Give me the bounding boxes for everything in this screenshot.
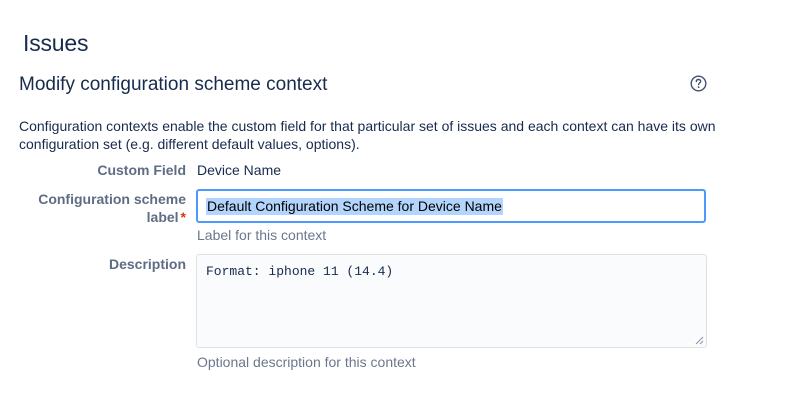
intro-text: Configuration contexts enable the custom…: [19, 118, 716, 152]
description-help: Optional description for this context: [197, 354, 416, 370]
scheme-label-line2: label: [146, 209, 179, 225]
scheme-label-line1: Configuration scheme: [38, 191, 186, 207]
scheme-label-input-value: Default Configuration Scheme for Device …: [206, 197, 503, 215]
scheme-label-help: Label for this context: [197, 227, 327, 243]
page-title: Issues: [23, 30, 89, 56]
resize-handle-icon[interactable]: [695, 336, 704, 345]
page: Issues Modify configuration scheme conte…: [0, 0, 789, 393]
custom-field-value: Device Name: [197, 162, 282, 178]
custom-field-label: Custom Field: [97, 162, 186, 178]
scheme-label-input[interactable]: Default Configuration Scheme for Device …: [196, 189, 706, 223]
description-textarea[interactable]: Format: iphone 11 (14.4): [196, 254, 707, 348]
section-title: Modify configuration scheme context: [19, 74, 328, 95]
question-circle-icon[interactable]: [690, 75, 707, 92]
description-textarea-value: Format: iphone 11 (14.4): [206, 264, 394, 279]
scheme-label-label: Configuration scheme label *: [16, 190, 186, 226]
description-label: Description: [108, 256, 186, 272]
required-marker: *: [180, 209, 186, 225]
